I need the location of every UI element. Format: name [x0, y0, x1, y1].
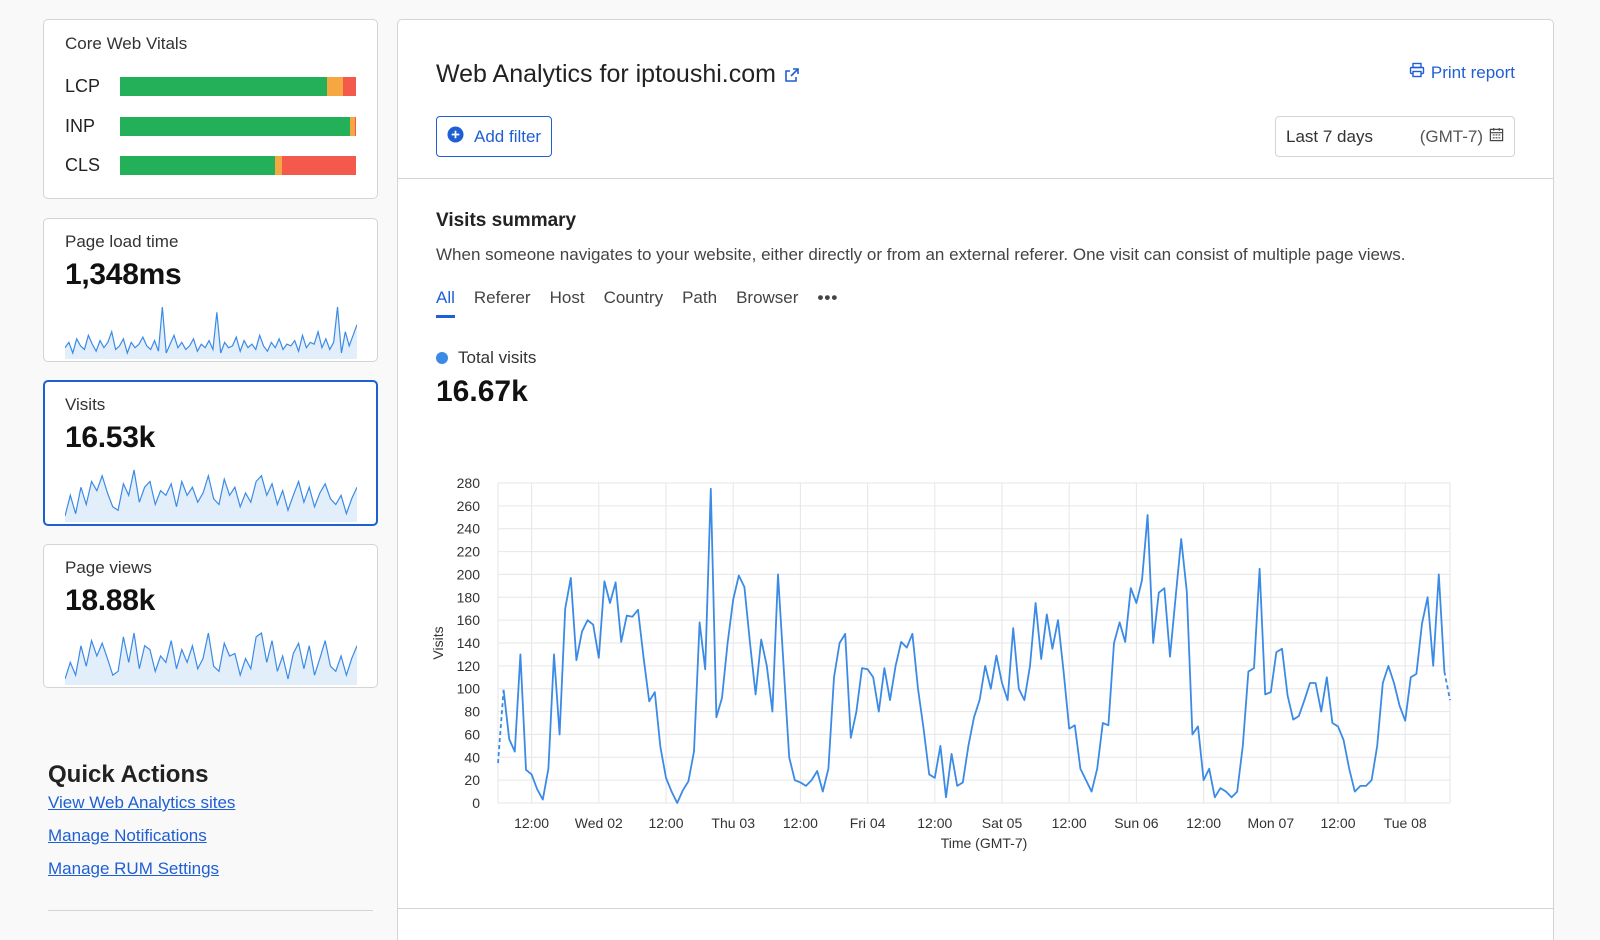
x-tick-label: Thu 03: [711, 815, 755, 831]
card-title: Page load time: [65, 232, 179, 251]
y-tick-label: 280: [457, 475, 481, 491]
y-tick-label: 100: [457, 681, 481, 697]
main-panel: Web Analytics for iptoushi.com Print rep…: [397, 19, 1554, 940]
cwv-label: LCP: [65, 75, 101, 96]
sparkline: [65, 306, 357, 359]
sparkline-area: [65, 633, 357, 685]
x-tick-label: Tue 08: [1384, 815, 1427, 831]
cwv-row-cls[interactable]: CLS: [65, 155, 356, 175]
cwv-title: Core Web Vitals: [65, 34, 188, 53]
y-tick-label: 160: [457, 612, 481, 628]
sparkline: [65, 631, 357, 685]
series-line-partial-start: [497, 689, 505, 764]
view-web-analytics-sites-link[interactable]: View Web Analytics sites: [48, 793, 235, 813]
card-title: Page views: [65, 558, 152, 577]
divider: [48, 910, 373, 911]
card-title: Visits: [65, 395, 106, 414]
cwv-segment-needs-improvement: [326, 76, 344, 96]
visits-card[interactable]: Visits 16.53k: [43, 380, 378, 526]
page-load-time-card[interactable]: Page load time 1,348ms: [43, 218, 378, 362]
y-tick-label: 220: [457, 544, 481, 560]
manage-notifications-link[interactable]: Manage Notifications: [48, 826, 207, 846]
x-tick-label: 12:00: [1186, 815, 1221, 831]
y-axis-label: Visits: [430, 626, 446, 659]
y-tick-label: 20: [464, 772, 480, 788]
y-tick-label: 0: [472, 795, 480, 811]
y-tick-label: 240: [457, 521, 481, 537]
cwv-segment-needs-improvement: [274, 155, 282, 175]
cwv-segment-good: [120, 116, 351, 136]
core-web-vitals-card[interactable]: Core Web Vitals LCP INP CLS: [43, 19, 378, 199]
cwv-segment-poor: [343, 76, 356, 96]
cwv-row-lcp[interactable]: LCP: [65, 76, 356, 96]
y-tick-label: 120: [457, 658, 481, 674]
cwv-bar: [120, 155, 356, 175]
x-tick-label: 12:00: [917, 815, 952, 831]
series-line-total-visits: [502, 487, 1446, 804]
x-tick-label: 12:00: [1320, 815, 1355, 831]
y-tick-label: 60: [464, 726, 480, 742]
card-value: 16.53k: [65, 421, 155, 454]
x-tick-label: Sun 06: [1114, 815, 1159, 831]
card-value: 1,348ms: [65, 258, 182, 291]
y-tick-label: 40: [464, 749, 480, 765]
cwv-bar: [120, 116, 356, 136]
y-tick-label: 140: [457, 635, 481, 651]
cwv-segment-poor: [281, 155, 356, 175]
cwv-segment-poor: [354, 116, 356, 136]
series-line-partial-end: [1443, 671, 1451, 701]
quick-actions-title: Quick Actions: [48, 761, 209, 788]
x-tick-label: Mon 07: [1247, 815, 1294, 831]
y-tick-label: 200: [457, 566, 481, 582]
x-tick-label: 12:00: [514, 815, 549, 831]
x-tick-label: 12:00: [648, 815, 683, 831]
page-views-card[interactable]: Page views 18.88k: [43, 544, 378, 688]
x-tick-label: 12:00: [783, 815, 818, 831]
y-tick-label: 180: [457, 589, 481, 605]
cwv-label: CLS: [65, 154, 101, 175]
divider: [398, 908, 1553, 909]
x-tick-label: Fri 04: [850, 815, 886, 831]
x-tick-label: Sat 05: [982, 815, 1023, 831]
x-tick-label: 12:00: [1052, 815, 1087, 831]
sparkline: [65, 469, 357, 522]
y-tick-label: 260: [457, 498, 481, 514]
y-tick-label: 80: [464, 704, 480, 720]
x-axis-label: Time (GMT-7): [941, 835, 1028, 851]
cwv-bar: [120, 76, 356, 96]
cwv-segment-good: [120, 155, 275, 175]
manage-rum-settings-link[interactable]: Manage RUM Settings: [48, 859, 219, 879]
card-value: 18.88k: [65, 584, 155, 617]
cwv-label: INP: [65, 115, 96, 136]
visits-chart: 0 20 40 60 80 100 120 140 160 180 200 220 240 260 280 1…: [430, 475, 1451, 851]
sparkline-area: [65, 307, 357, 359]
cwv-row-inp[interactable]: INP: [65, 116, 356, 136]
x-tick-label: Wed 02: [575, 815, 623, 831]
cwv-segment-good: [120, 76, 327, 96]
